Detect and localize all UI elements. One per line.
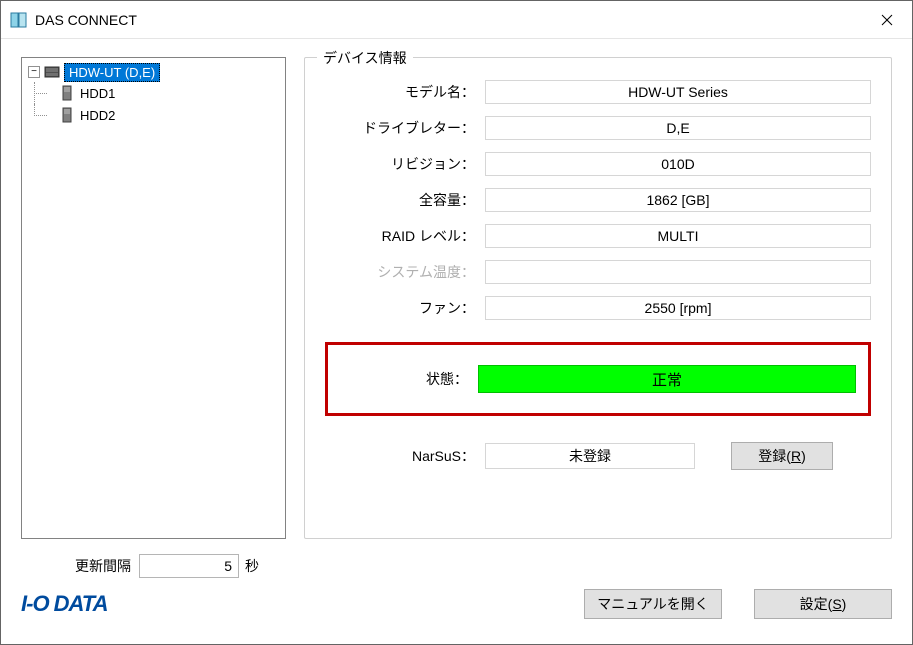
drive-letter-label: ドライブレター： — [325, 118, 485, 138]
footer-row: I‑O DATA マニュアルを開く 設定(S) — [21, 589, 892, 625]
temperature-value — [485, 260, 871, 284]
register-button[interactable]: 登録(R) — [731, 442, 833, 470]
refresh-block: 更新間隔 秒 — [75, 554, 259, 578]
row-revision: リビジョン： 010D — [325, 152, 871, 176]
refresh-input[interactable] — [139, 554, 239, 578]
tree-child-label: HDD2 — [80, 108, 115, 123]
fan-label: ファン： — [325, 298, 485, 318]
tree-child-hdd2[interactable]: HDD2 — [34, 104, 279, 126]
revision-label: リビジョン： — [325, 154, 485, 174]
titlebar: DAS CONNECT — [1, 1, 912, 39]
hdd-icon — [62, 85, 74, 101]
narsus-label: NarSuS： — [325, 446, 485, 466]
row-capacity: 全容量： 1862 [GB] — [325, 188, 871, 212]
row-raid: RAID レベル： MULTI — [325, 224, 871, 248]
status-label: 状態： — [340, 369, 478, 389]
tree-child-hdd1[interactable]: HDD1 — [34, 82, 279, 104]
capacity-value: 1862 [GB] — [485, 188, 871, 212]
content-area: − HDW-UT (D,E) — [1, 39, 912, 644]
collapse-toggle[interactable]: − — [28, 66, 40, 78]
app-icon — [9, 10, 29, 30]
close-button[interactable] — [862, 1, 912, 39]
status-highlight-box: 状態： 正常 — [325, 342, 871, 416]
app-window: DAS CONNECT − HD — [0, 0, 913, 645]
raid-value: MULTI — [485, 224, 871, 248]
drive-letter-value: D,E — [485, 116, 871, 140]
row-drive-letter: ドライブレター： D,E — [325, 116, 871, 140]
device-info-group: デバイス情報 モデル名： HDW-UT Series ドライブレター： D,E … — [304, 57, 892, 539]
row-temperature: システム温度： — [325, 260, 871, 284]
capacity-label: 全容量： — [325, 190, 485, 210]
info-panel: デバイス情報 モデル名： HDW-UT Series ドライブレター： D,E … — [304, 57, 892, 539]
raid-label: RAID レベル： — [325, 226, 485, 246]
refresh-unit: 秒 — [245, 556, 259, 576]
tree-child-label: HDD1 — [80, 86, 115, 101]
manual-button[interactable]: マニュアルを開く — [584, 589, 722, 619]
model-value: HDW-UT Series — [485, 80, 871, 104]
temperature-label: システム温度： — [325, 262, 485, 282]
window-title: DAS CONNECT — [35, 12, 137, 28]
row-fan: ファン： 2550 [rpm] — [325, 296, 871, 320]
device-tree[interactable]: − HDW-UT (D,E) — [21, 57, 286, 539]
row-model: モデル名： HDW-UT Series — [325, 80, 871, 104]
tree-root-item[interactable]: − HDW-UT (D,E) — [28, 62, 279, 82]
tree-root-label: HDW-UT (D,E) — [64, 63, 160, 82]
fan-value: 2550 [rpm] — [485, 296, 871, 320]
revision-value: 010D — [485, 152, 871, 176]
drive-icon — [44, 64, 60, 80]
device-info-title: デバイス情報 — [317, 48, 413, 68]
hdd-icon — [62, 107, 74, 123]
tree-children: HDD1 HDD2 — [34, 82, 279, 126]
model-label: モデル名： — [325, 82, 485, 102]
iodata-logo: I‑O DATA — [21, 591, 108, 617]
info-rows: モデル名： HDW-UT Series ドライブレター： D,E リビジョン： … — [325, 80, 871, 320]
settings-button[interactable]: 設定(S) — [754, 589, 892, 619]
narsus-row: NarSuS： 未登録 登録(R) — [325, 442, 871, 470]
refresh-label: 更新間隔 — [75, 556, 131, 576]
main-row: − HDW-UT (D,E) — [21, 57, 892, 539]
status-value: 正常 — [478, 365, 856, 393]
close-icon — [881, 14, 893, 26]
footer-buttons: マニュアルを開く 設定(S) — [584, 589, 892, 619]
refresh-row: 更新間隔 秒 — [21, 551, 892, 581]
narsus-value: 未登録 — [485, 443, 695, 469]
